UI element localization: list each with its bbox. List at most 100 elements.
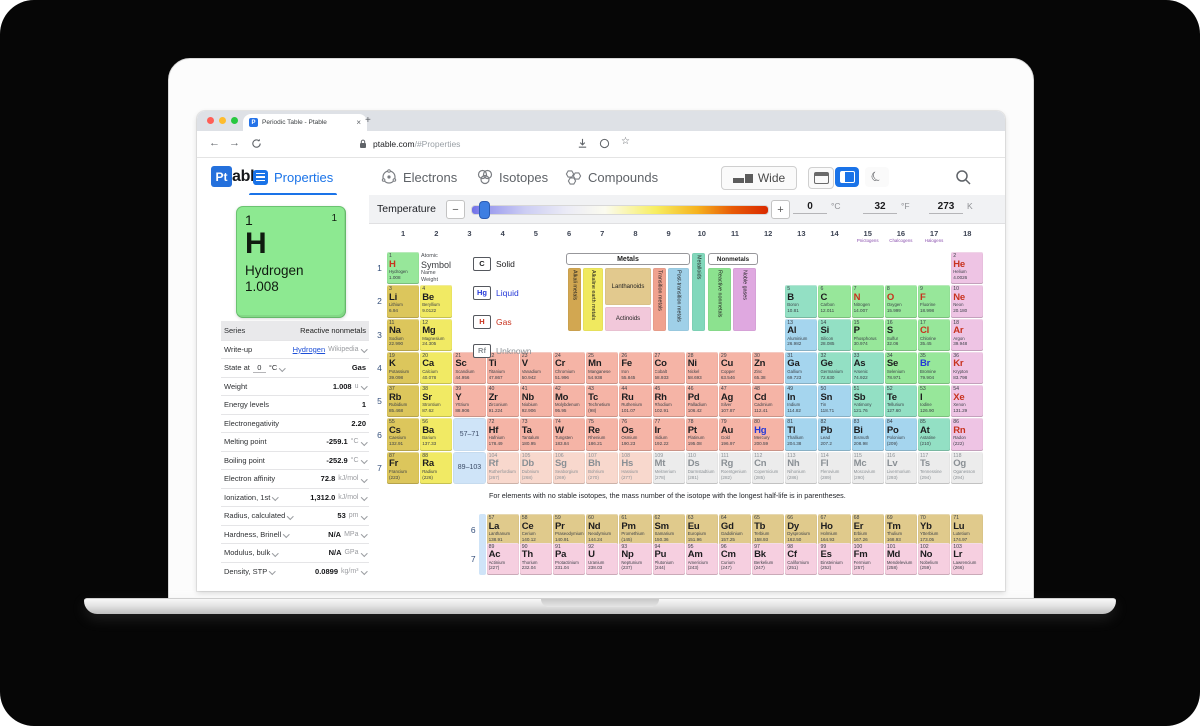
property-row-melting-point[interactable]: Melting point-259.1°C bbox=[221, 432, 369, 451]
element-cell-pm[interactable]: 61PmPromethium(145) bbox=[619, 514, 651, 546]
element-cell-hg[interactable]: 80HgMercury200.59 bbox=[752, 418, 784, 450]
element-cell-al[interactable]: 13AlAluminium26.982 bbox=[785, 319, 817, 351]
element-cell-ac[interactable]: 89AcActinium(227) bbox=[487, 543, 519, 575]
element-cell-ce[interactable]: 58CeCerium140.12 bbox=[520, 514, 552, 546]
property-row-electronegativity[interactable]: Electronegativity2.20 bbox=[221, 414, 369, 433]
element-cell-w[interactable]: 74WTungsten183.84 bbox=[553, 418, 585, 450]
element-cell-b[interactable]: 5BBoron10.81 bbox=[785, 285, 817, 317]
tab-compounds[interactable]: Compounds bbox=[565, 158, 658, 196]
url-text[interactable]: ptable.com/#Properties bbox=[373, 139, 460, 149]
element-cell-cd[interactable]: 48CdCadmium112.41 bbox=[752, 385, 784, 417]
element-cell-po[interactable]: 84PoPolonium(209) bbox=[885, 418, 917, 450]
selected-element-card[interactable]: 1 1 H Hydrogen 1.008 bbox=[236, 206, 346, 318]
element-cell-th[interactable]: 90ThThorium232.04 bbox=[520, 543, 552, 575]
element-cell-br[interactable]: 35BrBromine79.904 bbox=[918, 352, 950, 384]
legend-noble-gases[interactable]: Noble gases bbox=[733, 268, 756, 331]
element-cell-zn[interactable]: 30ZnZinc65.38 bbox=[752, 352, 784, 384]
layout-side-panel-button[interactable] bbox=[835, 167, 859, 187]
element-cell-sr[interactable]: 38SrStrontium87.62 bbox=[420, 385, 452, 417]
element-cell-i[interactable]: 53IIodine126.90 bbox=[918, 385, 950, 417]
element-cell-ca[interactable]: 20CaCalcium40.078 bbox=[420, 352, 452, 384]
element-cell-os[interactable]: 76OsOsmium190.23 bbox=[619, 418, 651, 450]
chevron-down-icon[interactable] bbox=[287, 513, 293, 519]
element-cell-pb[interactable]: 82PbLead207.2 bbox=[818, 418, 850, 450]
element-cell-pd[interactable]: 46PdPalladium106.42 bbox=[686, 385, 718, 417]
element-cell-kr[interactable]: 36KrKrypton83.798 bbox=[951, 352, 983, 384]
search-button[interactable] bbox=[952, 167, 974, 187]
element-cell-hf[interactable]: 72HfHafnium178.49 bbox=[487, 418, 519, 450]
property-row-ionization-1st[interactable]: Ionization, 1st1,312.0kJ/mol bbox=[221, 488, 369, 507]
new-tab-button[interactable]: + bbox=[365, 115, 371, 126]
element-cell-pr[interactable]: 59PrPraseodymium140.91 bbox=[553, 514, 585, 546]
element-cell-yb[interactable]: 70YbYtterbium173.05 bbox=[918, 514, 950, 546]
chevron-down-icon[interactable] bbox=[269, 568, 275, 574]
reload-icon[interactable] bbox=[251, 138, 262, 149]
chevron-down-icon[interactable] bbox=[272, 550, 278, 556]
property-row-density-stp[interactable]: Density, STP0.0899kg/m³ bbox=[221, 562, 369, 581]
element-cell-ts[interactable]: 117TsTennessine(294) bbox=[918, 452, 950, 484]
tab-electrons[interactable]: Electrons bbox=[381, 158, 457, 196]
legend-lanthanoids[interactable]: Lanthanoids bbox=[605, 268, 651, 305]
back-icon[interactable]: ← bbox=[209, 137, 220, 150]
kelvin-input[interactable]: 273 bbox=[929, 201, 963, 214]
element-cell-la[interactable]: 57LaLanthanum138.91 bbox=[487, 514, 519, 546]
element-cell-zr[interactable]: 40ZrZirconium91.224 bbox=[487, 385, 519, 417]
element-cell-sb[interactable]: 51SbAntimony121.76 bbox=[852, 385, 884, 417]
element-cell-pa[interactable]: 91PaProtactinium231.04 bbox=[553, 543, 585, 575]
element-cell-re[interactable]: 75ReRhenium186.21 bbox=[586, 418, 618, 450]
element-cell-mn[interactable]: 25MnManganese54.938 bbox=[586, 352, 618, 384]
element-cell-sg[interactable]: 106SgSeaborgium(269) bbox=[553, 452, 585, 484]
element-cell-ra[interactable]: 88RaRadium(226) bbox=[420, 452, 452, 484]
state-legend-gas[interactable]: HGas bbox=[473, 315, 531, 328]
chevron-down-icon[interactable] bbox=[283, 531, 289, 537]
element-cell-rn[interactable]: 86RnRadon(222) bbox=[951, 418, 983, 450]
element-cell-ru[interactable]: 44RuRuthenium101.07 bbox=[619, 385, 651, 417]
element-cell-md[interactable]: 101MdMendelevium(258) bbox=[885, 543, 917, 575]
state-legend-liquid[interactable]: HgLiquid bbox=[473, 286, 531, 299]
element-cell-bi[interactable]: 83BiBismuth208.98 bbox=[852, 418, 884, 450]
element-cell-mc[interactable]: 115McMoscovium(290) bbox=[852, 452, 884, 484]
legend-metalloids[interactable]: Metalloids bbox=[692, 253, 705, 331]
temperature-minus-button[interactable]: − bbox=[446, 200, 465, 219]
element-cell-ge[interactable]: 32GeGermanium72.630 bbox=[818, 352, 850, 384]
element-cell-eu[interactable]: 63EuEuropium151.96 bbox=[686, 514, 718, 546]
element-cell-cf[interactable]: 98CfCalifornium(251) bbox=[785, 543, 817, 575]
element-cell-np[interactable]: 93NpNeptunium(237) bbox=[619, 543, 651, 575]
element-cell-er[interactable]: 68ErErbium167.26 bbox=[852, 514, 884, 546]
element-cell-he[interactable]: 2HeHelium4.0026 bbox=[951, 252, 983, 284]
legend-reactive-nonmetals[interactable]: Reactive nonmetals bbox=[708, 268, 731, 331]
element-cell-o[interactable]: 8OOxygen15.999 bbox=[885, 285, 917, 317]
element-cell-lr[interactable]: 103LrLawrencium(266) bbox=[951, 543, 983, 575]
element-cell-ta[interactable]: 73TaTantalum180.95 bbox=[520, 418, 552, 450]
element-cell-nd[interactable]: 60NdNeodymium144.24 bbox=[586, 514, 618, 546]
tab-isotopes[interactable]: Isotopes bbox=[477, 158, 548, 196]
element-cell-cr[interactable]: 24CrChromium51.996 bbox=[553, 352, 585, 384]
element-cell-lu[interactable]: 71LuLutetium174.97 bbox=[951, 514, 983, 546]
chevron-down-icon[interactable] bbox=[361, 531, 367, 537]
element-cell-ga[interactable]: 31GaGallium69.723 bbox=[785, 352, 817, 384]
element-cell-li[interactable]: 3LiLithium6.94 bbox=[387, 285, 419, 317]
element-cell-ni[interactable]: 28NiNickel58.693 bbox=[686, 352, 718, 384]
property-row-radius-calculated[interactable]: Radius, calculated53pm bbox=[221, 506, 369, 525]
element-cell-cl[interactable]: 17ClChlorine35.45 bbox=[918, 319, 950, 351]
element-cell-rg[interactable]: 111RgRoentgenium(282) bbox=[719, 452, 751, 484]
element-cell-nb[interactable]: 41NbNiobium92.906 bbox=[520, 385, 552, 417]
window-zoom-button[interactable] bbox=[231, 117, 238, 124]
property-row-write-up[interactable]: Write-upHydrogenWikipedia bbox=[221, 340, 369, 359]
element-cell-ba[interactable]: 56BaBarium137.33 bbox=[420, 418, 452, 450]
wide-layout-button[interactable]: Wide bbox=[721, 166, 797, 190]
element-cell-k[interactable]: 19KPotassium39.098 bbox=[387, 352, 419, 384]
download-icon[interactable] bbox=[577, 138, 588, 149]
chevron-down-icon[interactable] bbox=[361, 568, 367, 574]
share-icon[interactable] bbox=[599, 138, 610, 149]
element-cell-f[interactable]: 9FFluorine18.998 bbox=[918, 285, 950, 317]
chevron-down-icon[interactable] bbox=[361, 550, 367, 556]
element-cell-h[interactable]: 1HHydrogen1.008 bbox=[387, 252, 419, 284]
element-cell-as[interactable]: 33AsArsenic74.922 bbox=[852, 352, 884, 384]
property-value[interactable]: Hydrogen bbox=[293, 345, 326, 354]
element-cell-ag[interactable]: 47AgSilver107.87 bbox=[719, 385, 751, 417]
forward-icon[interactable]: → bbox=[229, 137, 240, 150]
element-cell-pu[interactable]: 94PuPlutonium(244) bbox=[653, 543, 685, 575]
element-cell-cu[interactable]: 29CuCopper63.546 bbox=[719, 352, 751, 384]
state-legend-solid[interactable]: CSolid bbox=[473, 257, 531, 270]
